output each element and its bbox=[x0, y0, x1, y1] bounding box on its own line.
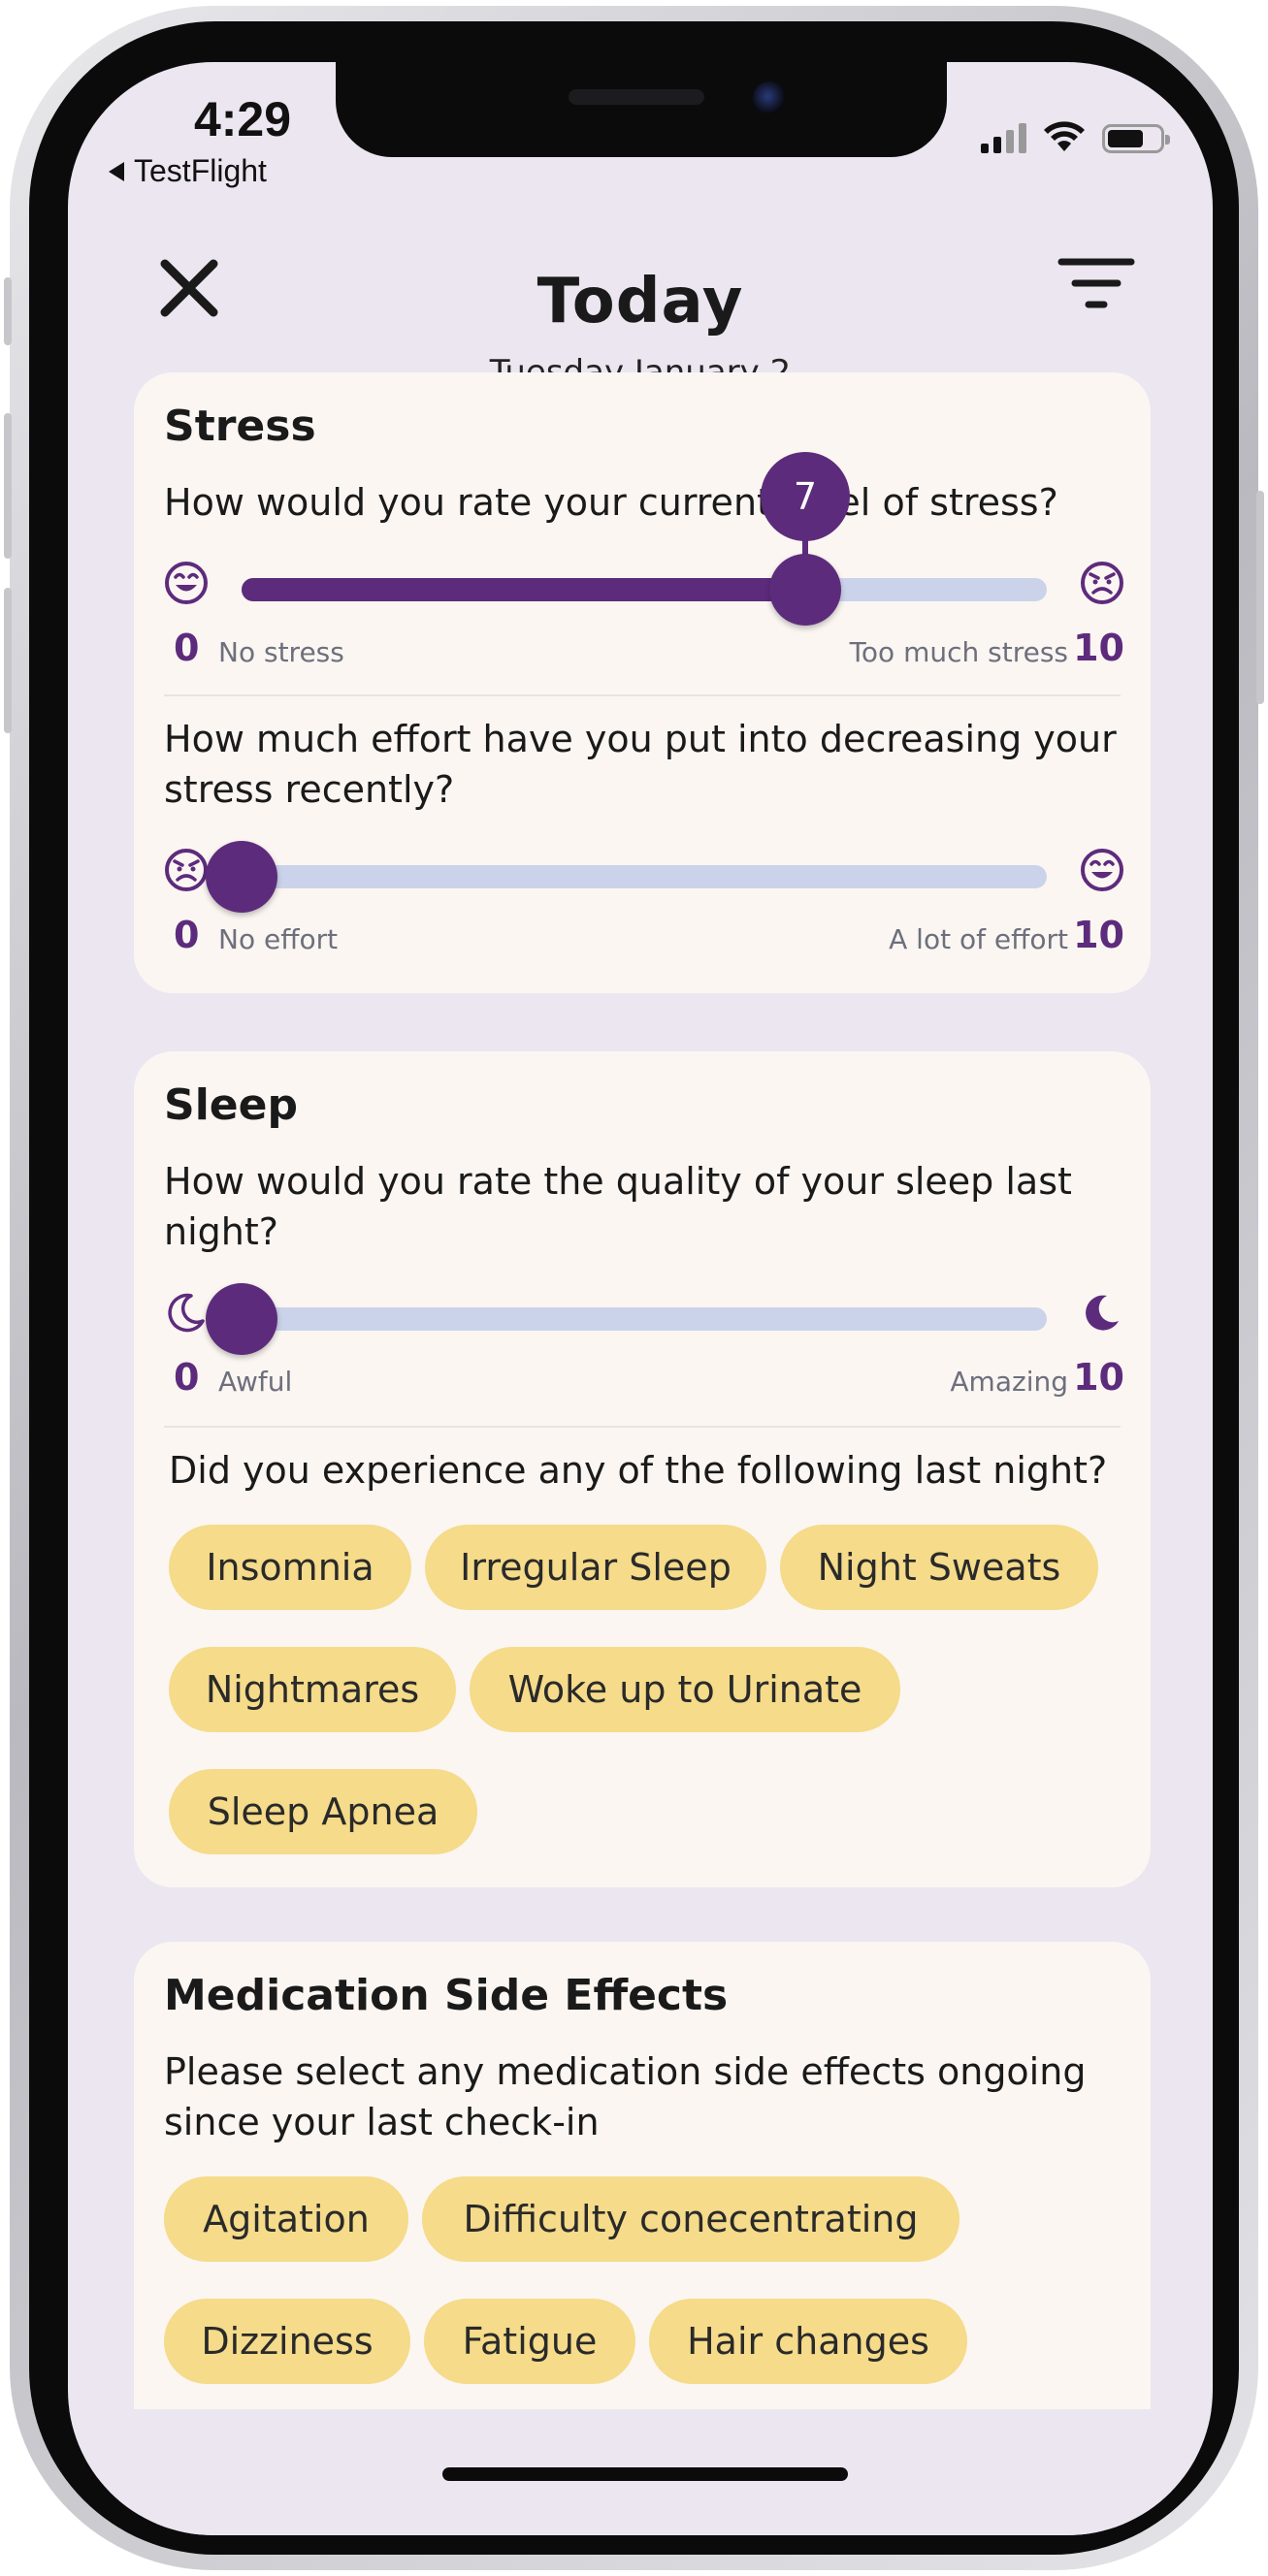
chip-insomnia[interactable]: Insomnia bbox=[169, 1525, 411, 1610]
status-time: 4:29 bbox=[193, 92, 292, 146]
scale-max-value: 10 bbox=[1073, 914, 1124, 956]
sleep-card: Sleep How would you rate the quality of … bbox=[134, 1051, 1151, 1887]
scale-max-value: 10 bbox=[1073, 627, 1124, 669]
scale-max-value: 10 bbox=[1073, 1356, 1124, 1399]
card-title: Stress bbox=[164, 402, 316, 451]
battery-icon bbox=[1102, 124, 1170, 153]
front-camera bbox=[753, 81, 786, 114]
stress-effort-question: How much effort have you put into decrea… bbox=[164, 718, 1117, 811]
slider-fill bbox=[242, 578, 805, 601]
chip-dizziness[interactable]: Dizziness bbox=[164, 2299, 410, 2384]
medication-question: Please select any medication side effect… bbox=[164, 2050, 1087, 2143]
scale-min-label: No effort bbox=[218, 923, 339, 955]
medication-card: Medication Side Effects Please select an… bbox=[134, 1942, 1151, 2485]
stress-level-scale: 0 No stress Too much stress 10 bbox=[164, 627, 1124, 675]
divider bbox=[164, 694, 1121, 696]
page-title: Today bbox=[536, 266, 744, 338]
chip-fatigue[interactable]: Fatigue bbox=[424, 2299, 635, 2384]
slider-thumb[interactable] bbox=[769, 554, 841, 626]
app-screen: 4:29 TestFlight Today Stress How would y… bbox=[68, 62, 1213, 2535]
chip-nightmares[interactable]: Nightmares bbox=[169, 1647, 456, 1732]
back-app-label: TestFlight bbox=[134, 153, 267, 188]
slider-track bbox=[242, 1307, 1047, 1331]
happy-face-icon bbox=[1081, 849, 1123, 891]
chip-difficulty-concentrating[interactable]: Difficulty conecentrating bbox=[422, 2176, 959, 2262]
scale-min-value: 0 bbox=[174, 914, 200, 956]
chip-hair-changes[interactable]: Hair changes bbox=[649, 2299, 967, 2384]
notch bbox=[336, 62, 947, 157]
mute-switch bbox=[4, 277, 12, 345]
wifi-icon bbox=[1044, 121, 1085, 151]
moon-outline-icon bbox=[168, 1293, 205, 1333]
sleep-quality-scale: 0 Awful Amazing 10 bbox=[164, 1356, 1124, 1404]
stress-effort-slider[interactable] bbox=[164, 841, 1124, 913]
chip-sleep-apnea[interactable]: Sleep Apnea bbox=[169, 1769, 477, 1854]
angry-face-icon bbox=[1081, 562, 1123, 604]
scale-min-value: 0 bbox=[174, 627, 200, 669]
slider-thumb[interactable] bbox=[206, 1283, 277, 1355]
speaker-grille bbox=[569, 89, 704, 105]
happy-face-icon bbox=[165, 562, 208, 604]
scale-min-value: 0 bbox=[174, 1356, 200, 1399]
card-title: Sleep bbox=[164, 1080, 298, 1130]
home-indicator[interactable] bbox=[442, 2467, 848, 2481]
angry-face-icon bbox=[165, 849, 208, 891]
scale-max-label: Amazing bbox=[950, 1366, 1068, 1398]
card-title: Medication Side Effects bbox=[164, 1971, 729, 2020]
slider-value-bubble: 7 bbox=[761, 452, 850, 541]
filter-icon bbox=[1057, 258, 1135, 308]
chip-irregular-sleep[interactable]: Irregular Sleep bbox=[425, 1525, 766, 1610]
sleep-symptoms-question: Did you experience any of the following … bbox=[169, 1449, 1108, 1492]
chip-agitation[interactable]: Agitation bbox=[164, 2176, 408, 2262]
volume-down-button bbox=[4, 588, 12, 733]
scale-max-label: A lot of effort bbox=[889, 923, 1068, 955]
status-icons bbox=[981, 120, 1170, 153]
scale-min-label: No stress bbox=[218, 636, 344, 668]
power-button bbox=[1256, 491, 1264, 704]
divider bbox=[164, 1426, 1121, 1428]
stress-effort-scale: 0 No effort A lot of effort 10 bbox=[164, 914, 1124, 962]
stress-level-question: How would you rate your current level of… bbox=[164, 481, 1058, 524]
cellular-signal-icon bbox=[981, 122, 1026, 153]
back-triangle-icon bbox=[109, 161, 124, 181]
slider-track bbox=[242, 865, 1047, 888]
slider-thumb[interactable] bbox=[206, 841, 277, 913]
sleep-quality-slider[interactable] bbox=[164, 1283, 1124, 1355]
stress-card: Stress How would you rate your current l… bbox=[134, 372, 1151, 993]
back-to-testflight[interactable]: TestFlight bbox=[109, 153, 267, 189]
chip-woke-up-to-urinate[interactable]: Woke up to Urinate bbox=[470, 1647, 900, 1732]
chip-night-sweats[interactable]: Night Sweats bbox=[780, 1525, 1098, 1610]
filter-button[interactable] bbox=[1057, 256, 1135, 314]
moon-filled-icon bbox=[1086, 1295, 1119, 1331]
phone-frame: 4:29 TestFlight Today Stress How would y… bbox=[4, 6, 1264, 2570]
sleep-quality-question: How would you rate the quality of your s… bbox=[164, 1160, 1072, 1253]
scale-max-label: Too much stress bbox=[849, 636, 1068, 668]
stress-level-slider[interactable]: 7 bbox=[164, 452, 1124, 626]
scale-min-label: Awful bbox=[218, 1366, 293, 1398]
volume-up-button bbox=[4, 413, 12, 559]
